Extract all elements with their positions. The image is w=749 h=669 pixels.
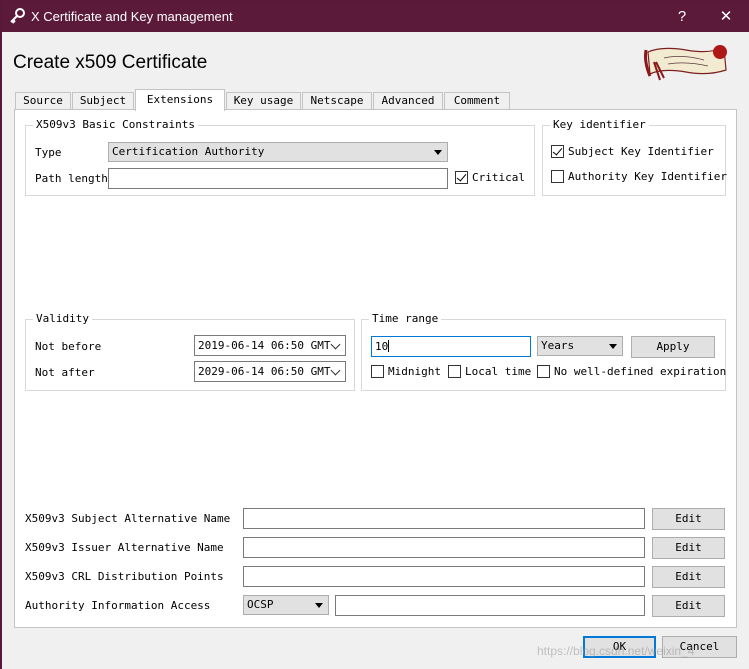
aia-edit-button[interactable]: Edit bbox=[652, 595, 725, 617]
path-length-label: Path length bbox=[35, 172, 108, 185]
type-select[interactable]: Certification Authority bbox=[108, 142, 448, 162]
main-window: X Certificate and Key management ? ✕ Cre… bbox=[0, 0, 749, 669]
tab-subject[interactable]: Subject bbox=[72, 92, 134, 110]
crl-label: X509v3 CRL Distribution Points bbox=[25, 570, 224, 583]
not-after-value: 2029-06-14 06:50 GMT bbox=[198, 365, 331, 378]
ian-input[interactable] bbox=[243, 537, 645, 558]
time-range-input[interactable]: 10 bbox=[371, 336, 531, 357]
ian-label: X509v3 Issuer Alternative Name bbox=[25, 541, 224, 554]
window-title: X Certificate and Key management bbox=[31, 9, 233, 24]
title-bar[interactable]: X Certificate and Key management ? ✕ bbox=[1, 1, 749, 32]
time-unit-select[interactable]: Years bbox=[537, 336, 623, 356]
time-range-title: Time range bbox=[369, 312, 442, 325]
no-expiration-checkbox[interactable] bbox=[537, 365, 550, 378]
type-label: Type bbox=[35, 146, 62, 159]
not-before-value: 2019-06-14 06:50 GMT bbox=[198, 339, 331, 352]
apply-button[interactable]: Apply bbox=[631, 336, 715, 358]
no-expiration-label: No well-defined expiration bbox=[554, 365, 727, 378]
scroll-logo-icon bbox=[644, 45, 727, 81]
key-identifier-title: Key identifier bbox=[550, 118, 649, 131]
watermark-text: https://blog.csdn.net/weixin_4 bbox=[537, 644, 695, 658]
ian-edit-button[interactable]: Edit bbox=[652, 537, 725, 559]
dropdown-arrow-icon bbox=[434, 150, 442, 155]
not-before-datetime[interactable]: 2019-06-14 06:50 GMT bbox=[194, 335, 346, 356]
local-time-checkbox[interactable] bbox=[448, 365, 461, 378]
chevron-down-icon bbox=[330, 339, 341, 350]
tab-source[interactable]: Source bbox=[15, 92, 71, 110]
dropdown-arrow-icon bbox=[315, 603, 323, 608]
validity-title: Validity bbox=[33, 312, 92, 325]
time-unit-value: Years bbox=[541, 339, 575, 352]
not-after-label: Not after bbox=[35, 366, 95, 379]
aia-method-select[interactable]: OCSP bbox=[243, 595, 329, 615]
extensions-panel: X509v3 Basic Constraints Type Certificat… bbox=[14, 109, 737, 628]
key-identifier-group: Key identifier Subject Key Identifier Au… bbox=[542, 118, 727, 196]
basic-constraints-group: X509v3 Basic Constraints Type Certificat… bbox=[25, 118, 535, 196]
not-before-label: Not before bbox=[35, 340, 102, 353]
app-key-icon bbox=[10, 8, 25, 24]
crl-edit-button[interactable]: Edit bbox=[652, 566, 725, 588]
time-range-group: Time range 10 Years Apply Midnight Local… bbox=[361, 312, 727, 391]
subject-key-identifier-label: Subject Key Identifier bbox=[568, 145, 714, 158]
midnight-label: Midnight bbox=[388, 365, 441, 378]
tab-netscape[interactable]: Netscape bbox=[302, 92, 372, 110]
san-label: X509v3 Subject Alternative Name bbox=[25, 512, 231, 525]
critical-checkbox[interactable] bbox=[455, 171, 468, 184]
authority-key-identifier-label: Authority Key Identifier bbox=[568, 170, 727, 183]
aia-input[interactable] bbox=[335, 595, 645, 616]
crl-input[interactable] bbox=[243, 566, 645, 587]
close-button[interactable]: ✕ bbox=[711, 5, 741, 29]
tab-comment[interactable]: Comment bbox=[444, 92, 510, 110]
help-button[interactable]: ? bbox=[667, 5, 697, 29]
dropdown-arrow-icon bbox=[609, 344, 617, 349]
dialog-client: Create x509 Certificate Source Subject E… bbox=[2, 32, 749, 669]
san-input[interactable] bbox=[243, 508, 645, 529]
page-title: Create x509 Certificate bbox=[13, 52, 208, 73]
validity-group: Validity Not before 2019-06-14 06:50 GMT… bbox=[25, 312, 355, 391]
authority-key-identifier-checkbox[interactable] bbox=[551, 170, 564, 183]
tab-extensions[interactable]: Extensions bbox=[135, 89, 225, 111]
aia-method-value: OCSP bbox=[247, 598, 274, 611]
text-caret bbox=[388, 340, 390, 352]
chevron-down-icon bbox=[330, 365, 341, 376]
time-range-value: 10 bbox=[375, 340, 389, 353]
tab-key-usage[interactable]: Key usage bbox=[226, 92, 301, 110]
path-length-input[interactable] bbox=[108, 168, 448, 189]
local-time-label: Local time bbox=[465, 365, 532, 378]
tab-advanced[interactable]: Advanced bbox=[373, 92, 443, 110]
midnight-checkbox[interactable] bbox=[371, 365, 384, 378]
aia-label: Authority Information Access bbox=[25, 599, 211, 612]
basic-constraints-title: X509v3 Basic Constraints bbox=[33, 118, 198, 131]
not-after-datetime[interactable]: 2029-06-14 06:50 GMT bbox=[194, 361, 346, 382]
critical-label: Critical bbox=[472, 171, 525, 184]
subject-key-identifier-checkbox[interactable] bbox=[551, 145, 564, 158]
type-select-value: Certification Authority bbox=[112, 145, 265, 158]
san-edit-button[interactable]: Edit bbox=[652, 508, 725, 530]
